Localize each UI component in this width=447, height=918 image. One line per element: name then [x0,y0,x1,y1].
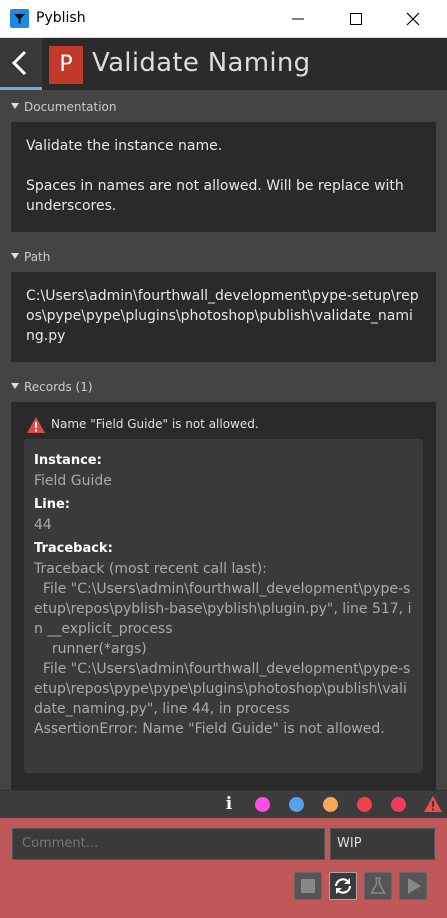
validate-button[interactable] [364,872,392,900]
flask-icon [370,877,386,894]
comment-input[interactable]: Comment... [12,828,325,860]
stop-icon [301,879,315,893]
warning-icon [27,417,45,433]
status-dot-red[interactable] [357,797,372,812]
instance-label: Instance: [34,453,102,468]
collapse-arrow-icon [11,253,19,259]
close-button[interactable] [400,6,426,32]
reset-icon [334,878,352,894]
warning-icon[interactable] [423,795,443,813]
path-section-toggle[interactable]: Path [0,247,447,267]
traceback-text: Traceback (most recent call last): File … [34,561,412,737]
stop-button[interactable] [294,872,322,900]
plugin-title: Validate Naming [92,48,311,78]
plugin-type-badge: P [49,46,83,84]
status-dot-orange[interactable] [323,797,338,812]
collapse-arrow-icon [11,103,19,109]
traceback-label: Traceback: [34,541,113,556]
window-titlebar: Pyblish [0,0,447,38]
window-title: Pyblish [36,10,86,26]
status-bar: i [0,790,447,818]
info-icon[interactable]: i [222,795,236,813]
record-item: Name "Field Guide" is not allowed. Insta… [11,402,436,790]
instance-value: Field Guide [34,473,112,489]
records-section-toggle[interactable]: Records (1) [0,377,447,397]
intent-field[interactable]: WIP [330,828,435,860]
path-text: C:\Users\admin\fourthwall_development\py… [11,272,436,362]
documentation-text: Validate the instance name. Spaces in na… [11,122,436,232]
documentation-label: Documentation [24,100,117,114]
details-panel: Documentation Validate the instance name… [0,90,447,790]
minimize-button[interactable] [285,6,311,32]
maximize-button[interactable] [343,6,369,32]
record-warning-text: Name "Field Guide" is not allowed. [51,417,259,431]
collapse-arrow-icon [11,383,19,389]
status-dot-magenta[interactable] [255,797,270,812]
publish-button[interactable] [399,872,427,900]
path-label: Path [24,250,51,264]
publish-footer: Comment... WIP [0,818,447,918]
pyblish-logo-icon [10,9,29,28]
documentation-section-toggle[interactable]: Documentation [0,97,447,117]
chevron-left-icon [11,50,27,76]
line-label: Line: [34,497,71,512]
back-button[interactable] [0,38,42,90]
record-details: Instance: Field Guide Line: 44 Traceback… [24,439,423,773]
line-value: 44 [34,517,52,533]
plugin-header: P Validate Naming [0,38,447,90]
records-label: Records (1) [24,380,93,394]
status-dot-pink-red[interactable] [391,797,406,812]
play-icon [408,878,421,894]
status-dot-blue[interactable] [289,797,304,812]
reset-button[interactable] [329,872,357,900]
